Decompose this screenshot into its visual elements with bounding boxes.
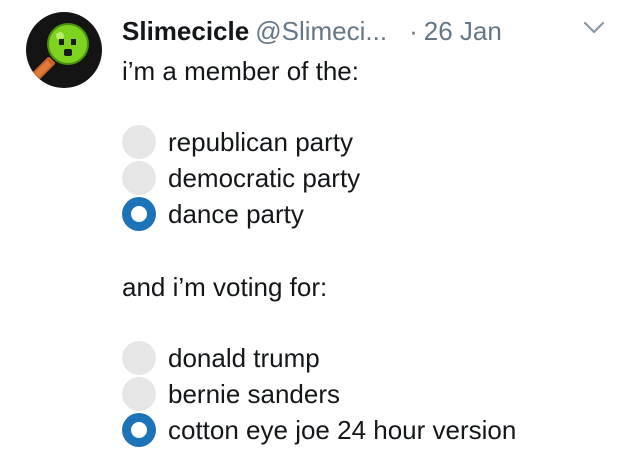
radio-unselected-icon[interactable] xyxy=(122,341,156,375)
avatar[interactable] xyxy=(26,12,102,88)
option-label: republican party xyxy=(168,127,353,157)
display-name[interactable]: Slimecicle xyxy=(122,16,249,46)
chevron-down-icon[interactable] xyxy=(582,18,606,38)
radio-selected-icon[interactable] xyxy=(122,197,156,231)
option-label: democratic party xyxy=(168,163,361,193)
radio-unselected-icon[interactable] xyxy=(122,125,156,159)
tweet-date[interactable]: 26 Jan xyxy=(424,16,502,46)
slime-avatar-icon xyxy=(31,23,89,81)
tweet-header: Slimecicle @Slimeci... · 26 Jan xyxy=(122,14,622,48)
tweet-card: Slimecicle @Slimeci... · 26 Jan i’m a membe… xyxy=(0,0,638,458)
radio-unselected-icon[interactable] xyxy=(122,377,156,411)
user-handle[interactable]: @Slimeci... xyxy=(255,16,387,46)
option-label: cotton eye joe 24 hour version xyxy=(168,415,517,445)
tweet-second-prompt: and i’m voting for: xyxy=(122,272,328,302)
option-label: donald trump xyxy=(168,343,320,373)
option-label: bernie sanders xyxy=(168,379,340,409)
tweet-intro-text: i’m a member of the: xyxy=(122,56,359,86)
radio-selected-icon[interactable] xyxy=(122,413,156,447)
radio-unselected-icon[interactable] xyxy=(122,161,156,195)
option-label: dance party xyxy=(168,199,304,229)
header-separator: · xyxy=(409,16,418,46)
